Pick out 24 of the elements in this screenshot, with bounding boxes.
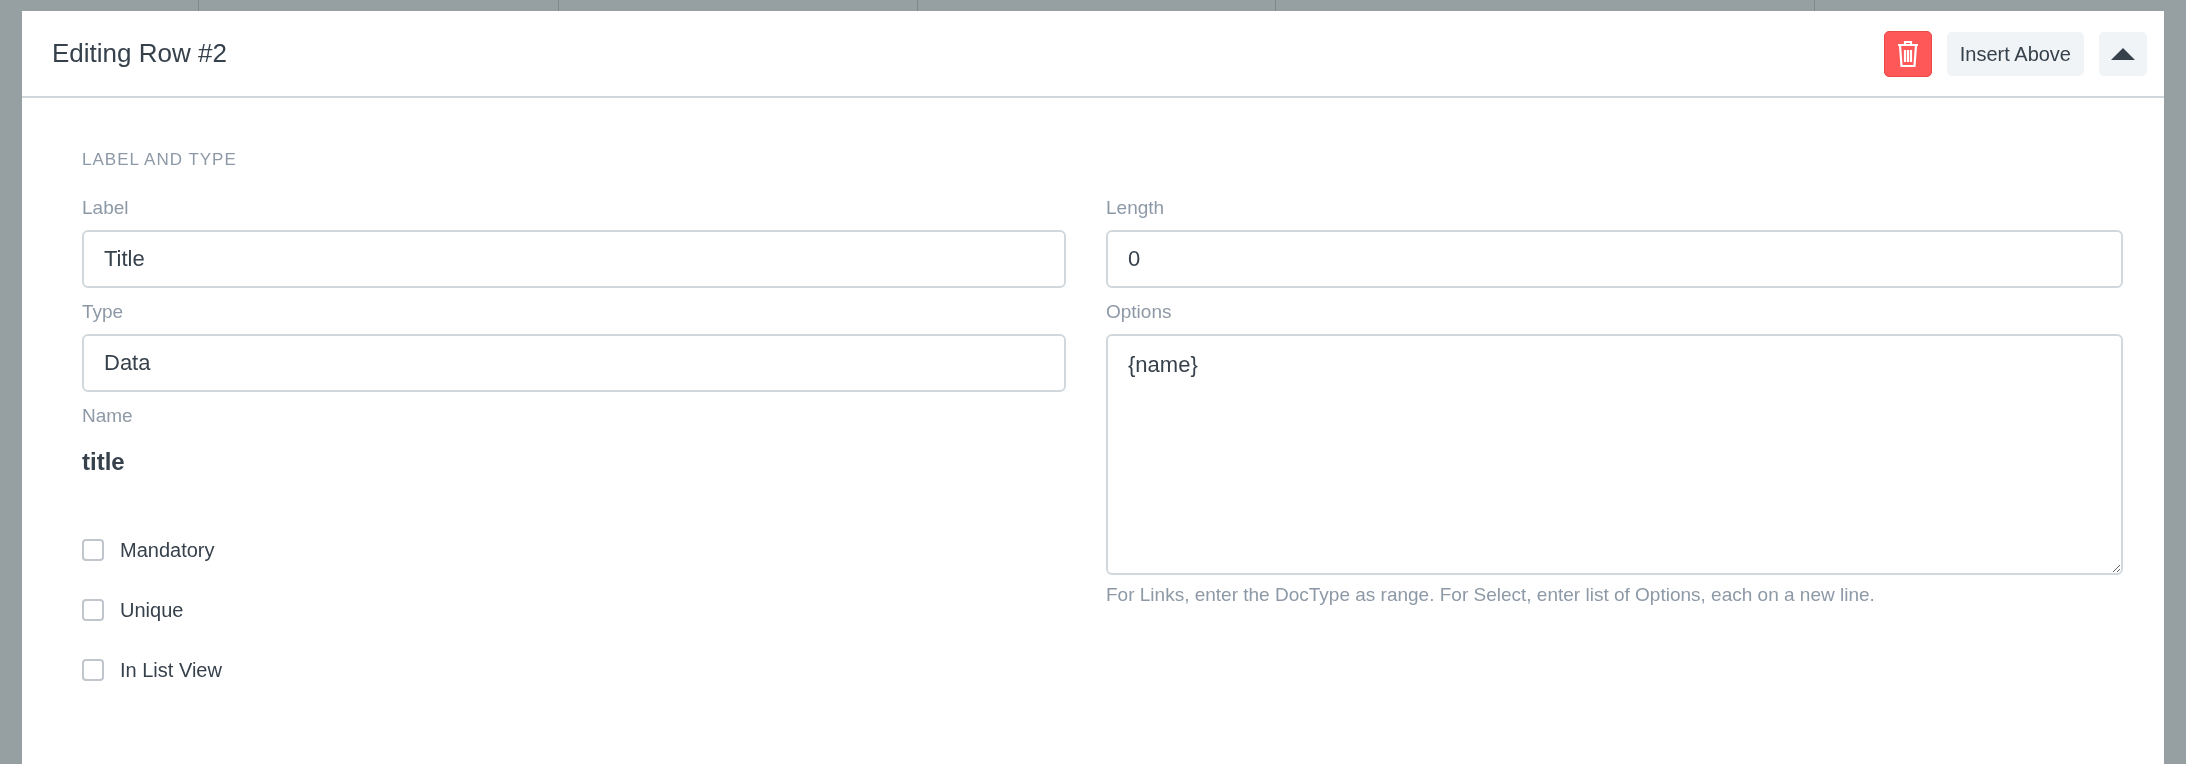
field-name-value: title [82, 447, 126, 477]
checkbox-label: In List View [120, 658, 222, 683]
text-input[interactable]: Data [82, 334, 1066, 392]
checkbox-label: Unique [120, 598, 184, 623]
checkbox[interactable] [82, 599, 104, 621]
checkbox-label: Mandatory [120, 538, 215, 563]
section-heading: LABEL AND TYPE [82, 150, 238, 170]
help-text: For Links, enter the DocType as range. For Select, enter list of Options, each on a new line. [1106, 583, 1876, 607]
field-label: Type [82, 300, 125, 324]
collapse-button[interactable] [2099, 31, 2147, 76]
caret-up-icon [2111, 47, 2135, 60]
options-textarea[interactable]: {name} [1106, 334, 2123, 575]
text-input[interactable]: 0 [1106, 230, 2123, 288]
checkbox[interactable] [82, 539, 104, 561]
text-input[interactable]: Title [82, 230, 1066, 288]
trash-icon [1896, 39, 1919, 68]
field-label: Label [82, 196, 130, 220]
field-label: Options [1106, 300, 1173, 324]
delete-button[interactable] [1883, 30, 1932, 77]
checkbox[interactable] [82, 659, 104, 681]
panel-title: Editing Row #2 [52, 37, 227, 70]
field-label: Length [1106, 196, 1166, 220]
field-label: Name [82, 404, 134, 428]
insert-above-button[interactable]: Insert Above [1946, 31, 2084, 76]
